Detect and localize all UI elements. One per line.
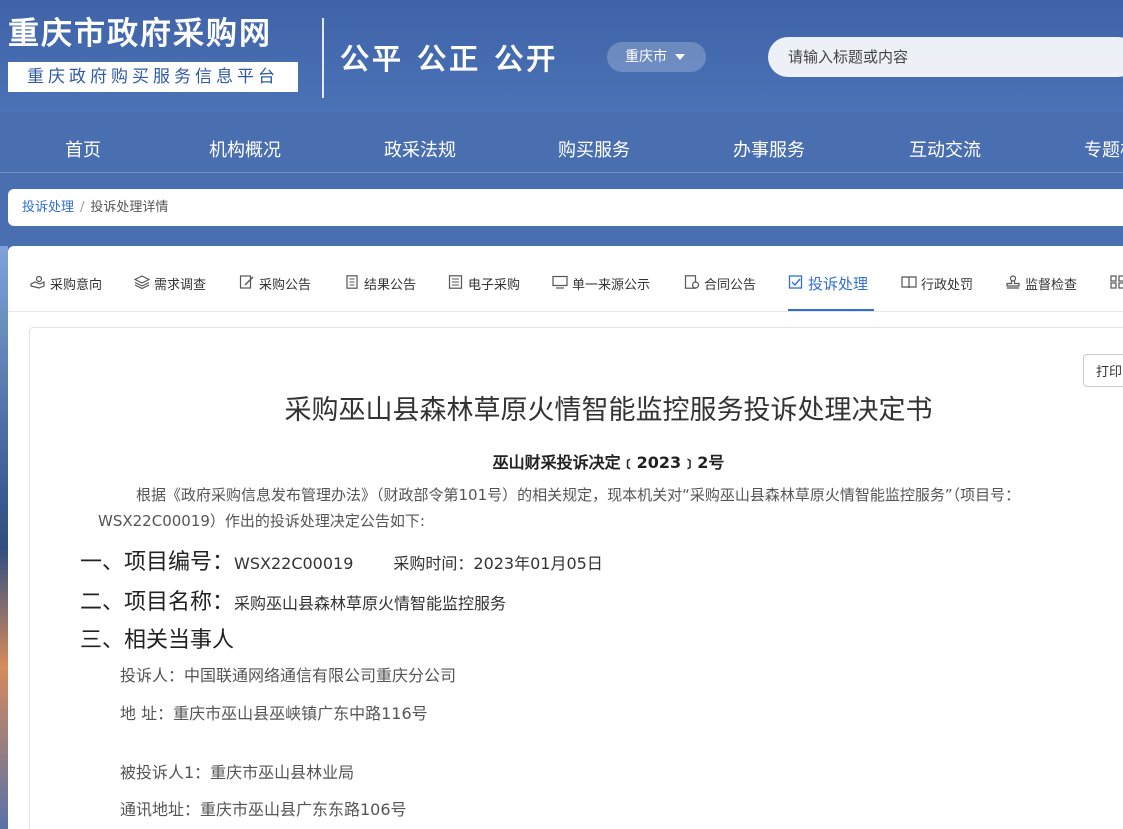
- nav-item-purchase-service[interactable]: 购买服务: [558, 136, 630, 162]
- stamp-icon: [1006, 275, 1020, 289]
- section-project-name: 二、项目名称：采购巫山县森林草原火情智能监控服务: [80, 584, 506, 616]
- document-title: 采购巫山县森林草原火情智能监控服务投诉处理决定书: [284, 395, 933, 426]
- book-icon: [901, 276, 917, 289]
- main-panel: 采购意向 需求调查 采购公告 结果公告 电子采购 单一来源公示 合同公告 投诉处…: [8, 246, 1123, 829]
- tab-label: 采购公告: [259, 278, 312, 293]
- project-name: 采购巫山县森林草原火情智能监控服务: [234, 594, 507, 613]
- site-header: 重庆市政府采购网 重庆政府购买服务信息平台 公平 公正 公开 重庆市: [0, 0, 1123, 112]
- tab-label: 采购意向: [50, 278, 103, 293]
- respondent-address: 通讯地址：重庆市巫山县广东东路106号: [120, 800, 407, 819]
- tab-purchase-intent[interactable]: 采购意向: [30, 274, 102, 312]
- tab-single-source[interactable]: 单一来源公示: [552, 274, 650, 312]
- tab-demand-survey[interactable]: 需求调查: [134, 274, 206, 312]
- tab-label: 监督检查: [1025, 278, 1078, 293]
- city-select[interactable]: 重庆市: [607, 42, 706, 72]
- tab-contract-notice[interactable]: 合同公告: [684, 274, 756, 312]
- nav-item-home[interactable]: 首页: [65, 136, 101, 162]
- city-select-label: 重庆市: [625, 49, 667, 65]
- tab-label: 投诉处理: [808, 275, 869, 293]
- nav-item-special[interactable]: 专题栏: [1084, 136, 1123, 162]
- caret-down-icon: [675, 54, 685, 60]
- tab-complaint-handling[interactable]: 投诉处理: [788, 273, 874, 311]
- section-project-number: 一、项目编号：WSX22C00019 采购时间：2023年01月05日: [80, 544, 603, 576]
- complainant-address: 地 址：重庆市巫山县巫峡镇广东中路116号: [120, 704, 428, 723]
- doc-list-icon: [448, 275, 463, 289]
- document-number: 巫山财采投诉决定﹝2023﹞2号: [492, 453, 725, 472]
- nav-item-interaction[interactable]: 互动交流: [909, 136, 981, 162]
- nav-item-office-service[interactable]: 办事服务: [733, 136, 805, 162]
- doc-lines-icon: [346, 275, 358, 289]
- nav-divider: [0, 172, 1123, 173]
- nav-item-regulations[interactable]: 政采法规: [384, 136, 456, 162]
- section-parties: 三、相关当事人: [80, 628, 235, 653]
- search-input[interactable]: [768, 37, 1123, 77]
- tab-supervision[interactable]: 监督检查: [1005, 274, 1077, 312]
- header-divider: [322, 18, 324, 98]
- site-logo[interactable]: 重庆市政府采购网 重庆政府购买服务信息平台: [8, 14, 308, 92]
- decision-document: 打印 采购巫山县森林草原火情智能监控服务投诉处理决定书 巫山财采投诉决定﹝202…: [29, 327, 1123, 829]
- section-label: 一、项目编号：: [80, 550, 235, 575]
- tab-label: 需求调查: [154, 278, 207, 293]
- tab-purchase-notice[interactable]: 采购公告: [239, 274, 311, 312]
- complainant: 投诉人：中国联通网络通信有限公司重庆分公司: [120, 666, 457, 685]
- category-tabs: 采购意向 需求调查 采购公告 结果公告 电子采购 单一来源公示 合同公告 投诉处…: [8, 264, 1123, 312]
- tab-more[interactable]: [1110, 274, 1123, 312]
- tab-admin-penalty[interactable]: 行政处罚: [901, 274, 973, 312]
- breadcrumb: 投诉处理 / 投诉处理详情: [8, 189, 1123, 226]
- main-nav: 首页 机构概况 政采法规 购买服务 办事服务 互动交流 专题栏: [0, 118, 1123, 174]
- breadcrumb-link[interactable]: 投诉处理: [22, 200, 74, 215]
- tab-label: 单一来源公示: [572, 278, 651, 293]
- print-button[interactable]: 打印: [1083, 354, 1123, 387]
- section-label: 二、项目名称：: [80, 590, 235, 615]
- checkbox-icon: [788, 275, 803, 289]
- background-image-strip: [0, 246, 8, 829]
- logo-subtitle: 重庆政府购买服务信息平台: [8, 62, 298, 92]
- slogan: 公平 公正 公开: [340, 42, 559, 76]
- hand-money-icon: [30, 275, 45, 289]
- respondent: 被投诉人1：重庆市巫山县林业局: [120, 763, 355, 782]
- tab-label: 电子采购: [468, 278, 521, 293]
- tab-label: 结果公告: [364, 278, 417, 293]
- purchase-time: 采购时间：2023年01月05日: [393, 554, 603, 573]
- grid-icon: [1110, 275, 1123, 289]
- document-intro: 根据《政府采购信息发布管理办法》（财政部令第101号）的相关规定，现本机关对“采…: [98, 486, 1021, 530]
- project-number: WSX22C00019: [234, 554, 354, 573]
- logo-title: 重庆市政府采购网: [8, 16, 272, 52]
- monitor-icon: [552, 275, 568, 289]
- breadcrumb-separator: /: [80, 200, 85, 215]
- contract-icon: [684, 275, 700, 289]
- tab-label: 行政处罚: [921, 278, 974, 293]
- nav-item-about[interactable]: 机构概况: [209, 136, 281, 162]
- tab-result-notice[interactable]: 结果公告: [344, 274, 416, 312]
- tab-label: 合同公告: [704, 278, 757, 293]
- tab-e-procurement[interactable]: 电子采购: [448, 274, 520, 312]
- edit-doc-icon: [239, 275, 254, 289]
- breadcrumb-current: 投诉处理详情: [90, 200, 169, 215]
- layers-icon: [134, 275, 150, 289]
